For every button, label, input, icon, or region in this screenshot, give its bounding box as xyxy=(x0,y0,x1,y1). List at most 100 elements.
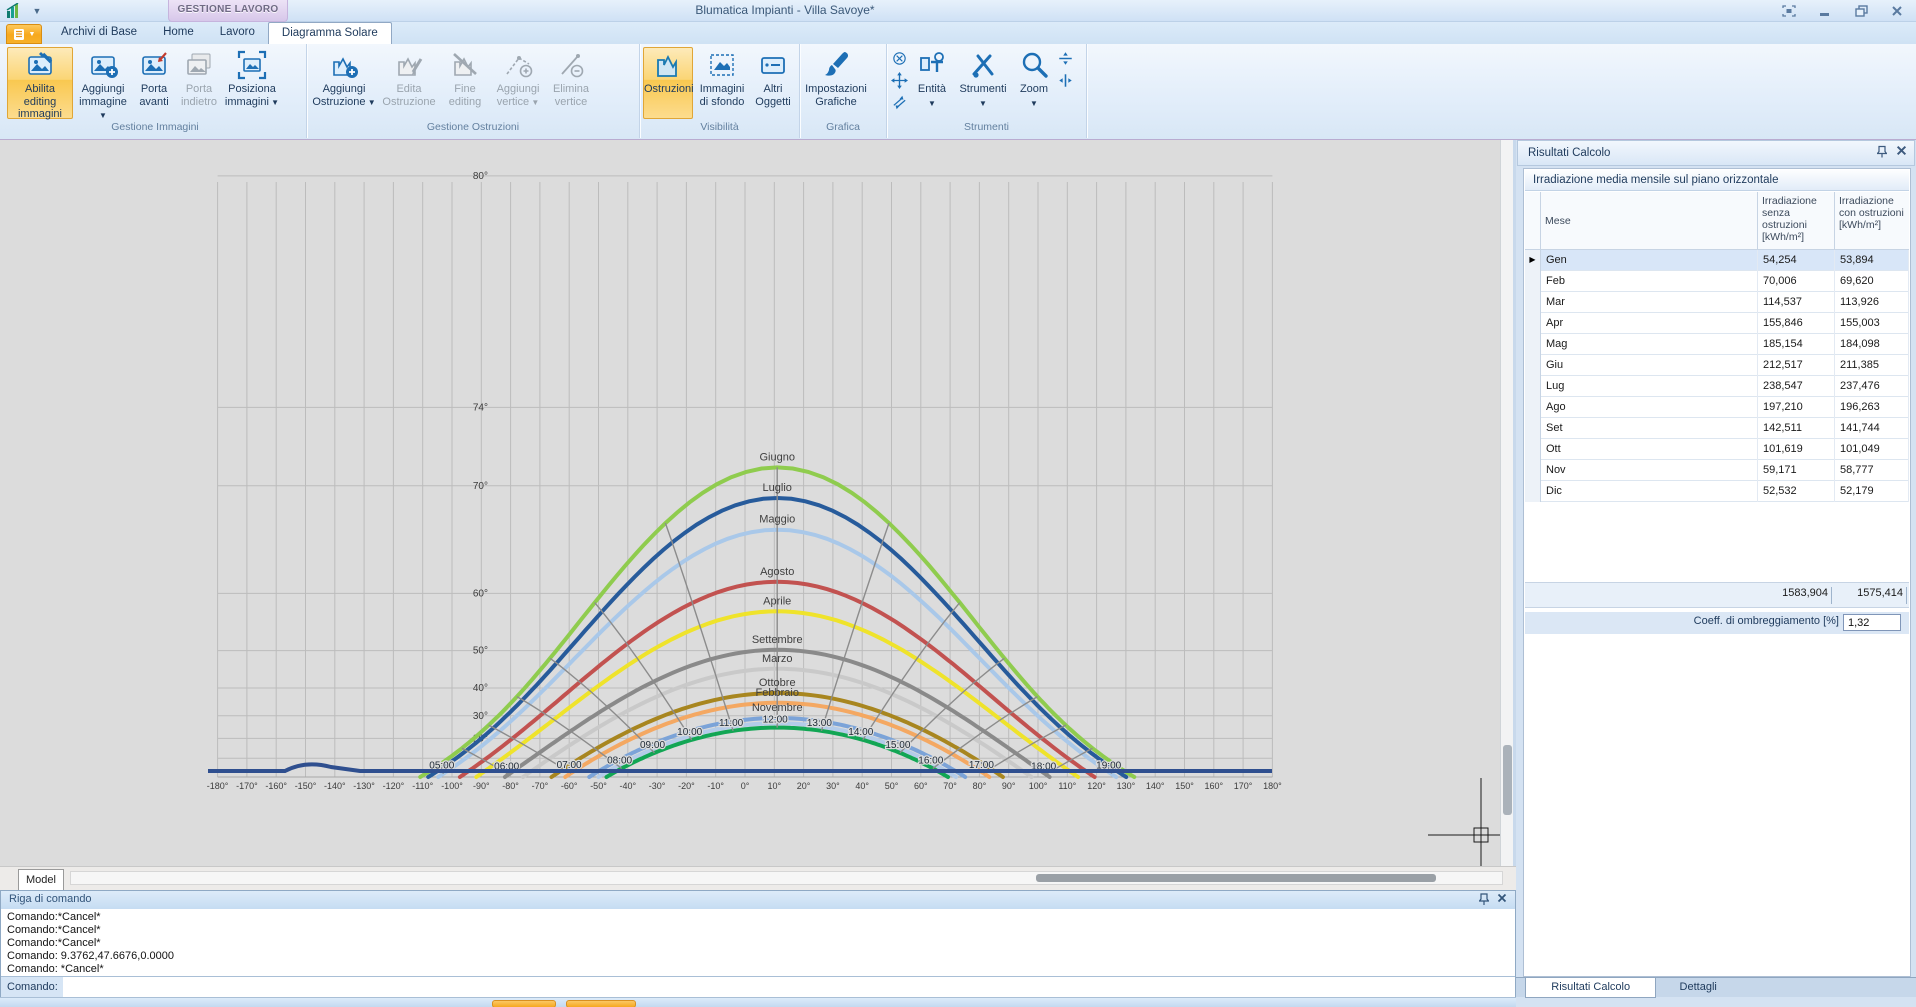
table-row-dic[interactable]: Dic52,53252,179 xyxy=(1525,481,1909,502)
row-marker xyxy=(1525,460,1541,481)
tab-diagramma-solare[interactable]: Diagramma Solare xyxy=(268,22,392,44)
y-tick-label: 40° xyxy=(473,683,488,694)
x-tick-label: 160° xyxy=(1204,781,1223,791)
vertex-delete-icon xyxy=(555,50,587,82)
command-input[interactable] xyxy=(63,977,1515,998)
ribbon-button-porta-avanti[interactable]: Porta avanti xyxy=(133,47,175,119)
ribbon-button-altri-oggetti[interactable]: Altri Oggetti xyxy=(751,47,795,119)
x-tick-label: 10° xyxy=(767,781,781,791)
application-menu-button[interactable]: ▼ xyxy=(6,24,42,44)
row-marker xyxy=(1525,313,1541,334)
minimize-button[interactable] xyxy=(1812,3,1838,18)
x-tick-label: 40° xyxy=(855,781,869,791)
row-marker xyxy=(1525,439,1541,460)
row-marker xyxy=(1525,481,1541,502)
background-images-icon xyxy=(706,50,738,82)
table-row-feb[interactable]: Feb70,00669,620 xyxy=(1525,271,1909,292)
quick-access-dropdown-icon[interactable]: ▼ xyxy=(30,4,44,18)
ribbon-button-entita[interactable]: Entità ▼ xyxy=(912,47,952,119)
divider-vertical-icon[interactable] xyxy=(1057,72,1075,90)
x-tick-label: -10° xyxy=(707,781,724,791)
x-tick-label: 0° xyxy=(741,781,750,791)
panel-tab-dettagli[interactable]: Dettagli xyxy=(1660,978,1736,998)
tab-home[interactable]: Home xyxy=(150,22,207,44)
x-tick-label: 100° xyxy=(1029,781,1048,791)
hour-label-10: 10:00 xyxy=(677,727,702,738)
command-history-line: Comando: *Cancel* xyxy=(7,963,1515,974)
ribbon-button-abilita-editing-immagini[interactable]: Abilita editing immagini xyxy=(7,47,73,119)
table-row-ott[interactable]: Ott101,619101,049 xyxy=(1525,439,1909,460)
tab-lavoro[interactable]: Lavoro xyxy=(207,22,268,44)
drawing-canvas[interactable]: -180°-170°-160°-150°-140°-130°-120°-110°… xyxy=(0,140,1500,866)
horizontal-scrollbar-thumb[interactable] xyxy=(1036,874,1436,882)
cell-senza-ostruzioni: 142,511 xyxy=(1758,418,1835,439)
title-bar: ▼ GESTIONE LAVORO Blumatica Impianti - V… xyxy=(0,0,1916,22)
ribbon-button-strumenti[interactable]: Strumenti ▼ xyxy=(954,47,1012,119)
month-label-novembre: Novembre xyxy=(752,702,803,714)
cell-mese: Set xyxy=(1541,418,1758,439)
cell-senza-ostruzioni: 114,537 xyxy=(1758,292,1835,313)
table-row-mar[interactable]: Mar114,537113,926 xyxy=(1525,292,1909,313)
close-icon[interactable] xyxy=(1896,145,1907,156)
canvas-vertical-scrollbar[interactable] xyxy=(1500,140,1513,866)
pin-icon[interactable] xyxy=(1877,145,1887,159)
table-row-lug[interactable]: Lug238,547237,476 xyxy=(1525,376,1909,397)
cell-mese: Dic xyxy=(1541,481,1758,502)
x-tick-label: -110° xyxy=(412,781,433,791)
ribbon-button-label: Zoom ▼ xyxy=(1015,83,1053,110)
table-row-nov[interactable]: Nov59,17158,777 xyxy=(1525,460,1909,481)
ribbon-tab-row: ▼ Archivi di BaseHomeLavoroDiagramma Sol… xyxy=(0,22,1916,44)
ribbon-button-aggiungi-ostruzione[interactable]: Aggiungi Ostruzione ▼ xyxy=(310,47,378,119)
fit-window-button[interactable] xyxy=(1776,3,1802,18)
hour-label-14: 14:00 xyxy=(848,727,873,738)
command-history: Comando:*Cancel*Comando:*Cancel*Comando:… xyxy=(1,909,1515,974)
ribbon-button-immagini-di-sfondo[interactable]: Immagini di sfondo xyxy=(695,47,749,119)
table-row-apr[interactable]: Apr155,846155,003 xyxy=(1525,313,1909,334)
ribbon-button-zoom[interactable]: Zoom ▼ xyxy=(1014,47,1054,119)
ribbon-button-posiziona-immagini[interactable]: Posiziona immagini ▼ xyxy=(223,47,281,119)
shading-coefficient-value: 1,32 xyxy=(1843,614,1901,631)
close-icon[interactable] xyxy=(1497,893,1507,903)
cell-senza-ostruzioni: 212,517 xyxy=(1758,355,1835,376)
circle-cross-icon[interactable] xyxy=(891,50,909,68)
redraw-arrows-icon[interactable] xyxy=(891,94,909,112)
model-tab[interactable]: Model xyxy=(18,869,64,890)
cell-senza-ostruzioni: 155,846 xyxy=(1758,313,1835,334)
x-tick-label: -180° xyxy=(207,781,229,791)
x-tick-label: 50° xyxy=(885,781,899,791)
ribbon-button-ostruzioni[interactable]: Ostruzioni xyxy=(643,47,693,119)
pin-icon[interactable] xyxy=(1479,893,1489,906)
close-button[interactable] xyxy=(1884,3,1910,18)
status-button[interactable] xyxy=(566,1000,636,1007)
move-arrows-icon[interactable] xyxy=(891,72,909,90)
ribbon-button-label: Aggiungi Ostruzione ▼ xyxy=(311,83,377,109)
ribbon-group-grafica: Impostazioni GraficheGrafica xyxy=(800,44,887,138)
cell-senza-ostruzioni: 54,254 xyxy=(1758,250,1835,271)
row-marker xyxy=(1525,376,1541,397)
x-tick-label: -20° xyxy=(678,781,695,791)
ribbon-button-aggiungi-immagine[interactable]: Aggiungi immagine ▼ xyxy=(75,47,131,119)
obstruction-edit-icon xyxy=(393,50,425,82)
tab-archivi-di-base[interactable]: Archivi di Base xyxy=(48,22,150,44)
cell-senza-ostruzioni: 59,171 xyxy=(1758,460,1835,481)
command-history-line: Comando: 9.3762,47.6676,0.0000 xyxy=(7,950,1515,963)
ribbon-button-impostazioni-grafiche[interactable]: Impostazioni Grafiche xyxy=(803,47,869,119)
row-marker xyxy=(1525,397,1541,418)
x-tick-label: 20° xyxy=(797,781,811,791)
table-row-mag[interactable]: Mag185,154184,098 xyxy=(1525,334,1909,355)
vertical-scrollbar-thumb[interactable] xyxy=(1503,745,1512,815)
restore-button[interactable] xyxy=(1848,3,1874,18)
x-tick-label: 70° xyxy=(943,781,957,791)
table-row-gen[interactable]: ▶Gen54,25453,894 xyxy=(1525,250,1909,271)
canvas-horizontal-scrollbar[interactable] xyxy=(70,871,1503,885)
panel-tab-risultati-calcolo[interactable]: Risultati Calcolo xyxy=(1525,978,1656,998)
cell-con-ostruzioni: 184,098 xyxy=(1835,334,1909,355)
x-tick-label: 130° xyxy=(1117,781,1136,791)
table-row-set[interactable]: Set142,511141,744 xyxy=(1525,418,1909,439)
cell-con-ostruzioni: 58,777 xyxy=(1835,460,1909,481)
table-row-ago[interactable]: Ago197,210196,263 xyxy=(1525,397,1909,418)
table-row-giu[interactable]: Giu212,517211,385 xyxy=(1525,355,1909,376)
x-tick-label: -170° xyxy=(236,781,258,791)
status-button[interactable] xyxy=(492,1000,556,1007)
divider-horizontal-icon[interactable] xyxy=(1057,50,1075,68)
